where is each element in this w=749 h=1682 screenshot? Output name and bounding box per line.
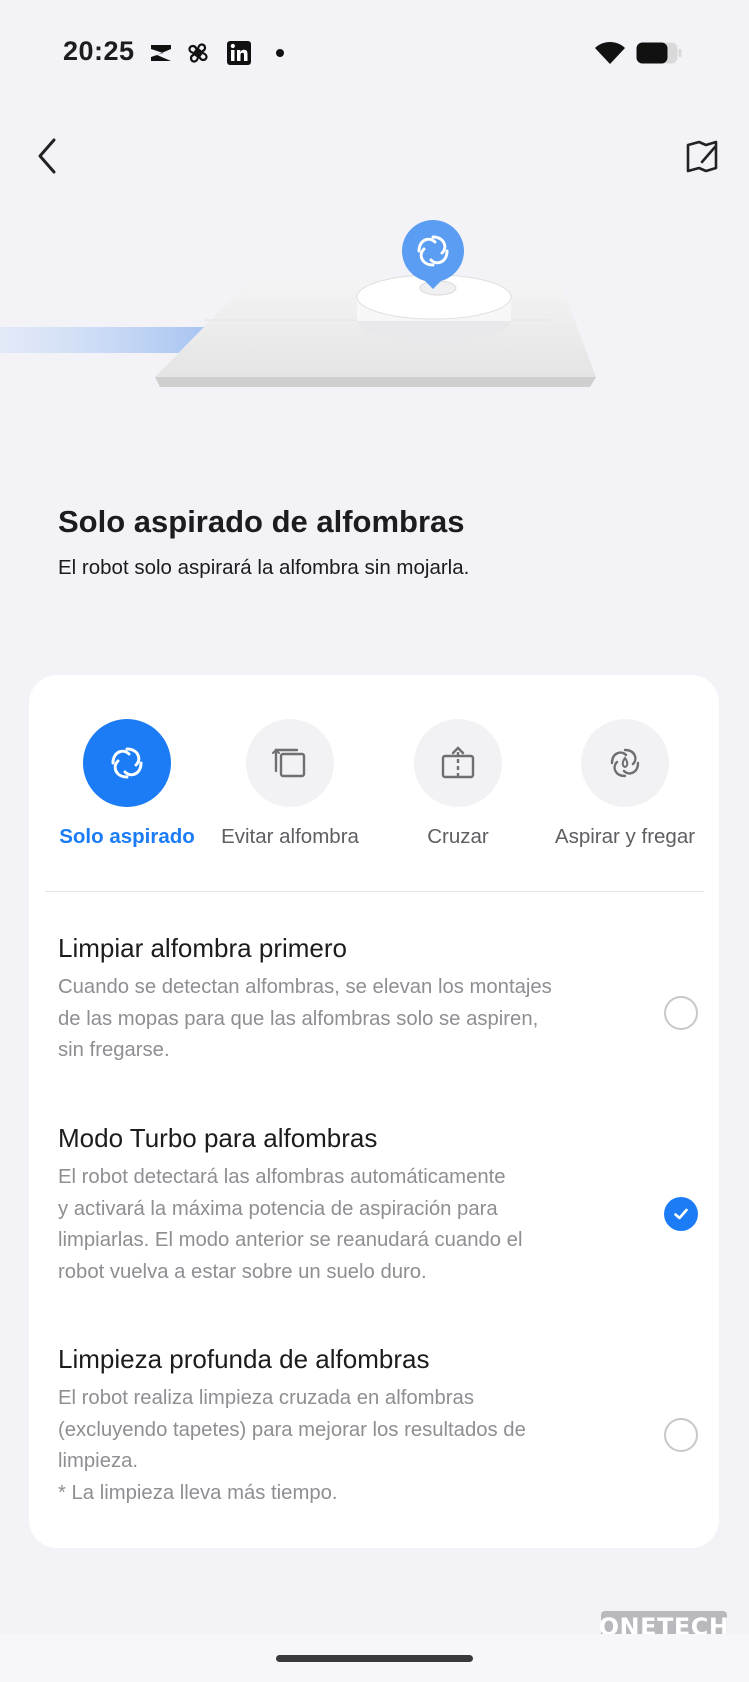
description-line: de las mopas para que las alfombras solo… (58, 1007, 539, 1030)
description-line: sin fregarse. (58, 1039, 170, 1061)
description-line: Cuando se detectan alfombras, se elevan … (58, 976, 552, 998)
checkmark-icon (674, 1208, 688, 1220)
option-description: Cuando se detectan alfombras, se elevan … (58, 972, 578, 1067)
notification-dot (276, 49, 284, 57)
mode-aspirar-y-fregar[interactable]: Aspirar y fregar (539, 719, 711, 849)
mode-icon-circle (246, 719, 334, 807)
description-line: (excluyendo tapetes) para mejorar los re… (58, 1418, 526, 1441)
description-line: robot vuelva a estar sobre un suelo duro… (58, 1260, 427, 1283)
cross-carpet-icon (441, 746, 475, 779)
status-bar: 20:25 (0, 0, 749, 108)
status-time: 20:25 (63, 36, 135, 66)
option-limpieza-profunda[interactable]: Limpieza profunda de alfombras El robot … (58, 1344, 698, 1509)
description-line: limpieza. (58, 1450, 139, 1472)
map-edit-icon (686, 140, 718, 173)
page-subtitle: El robot solo aspirará la alfombra sin m… (58, 556, 470, 579)
map-edit-button[interactable] (682, 130, 722, 187)
wifi-icon (595, 42, 625, 64)
back-button[interactable] (30, 130, 64, 187)
option-radio-checked[interactable] (664, 1197, 698, 1231)
option-modo-turbo[interactable]: Modo Turbo para alfombras El robot detec… (58, 1123, 698, 1288)
mode-evitar-alfombra[interactable]: Evitar alfombra (204, 719, 376, 849)
home-indicator[interactable] (276, 1655, 473, 1662)
mode-icon-circle (581, 719, 669, 807)
page-title: Solo aspirado de alfombras (58, 504, 465, 539)
vacuum-mop-icon (610, 748, 640, 778)
option-description: El robot detectará las alfombras automát… (58, 1162, 578, 1288)
option-title: Limpieza profunda de alfombras (58, 1344, 430, 1374)
divider (45, 891, 704, 892)
mode-solo-aspirado[interactable]: Solo aspirado (41, 719, 213, 849)
fan-app-icon (188, 43, 208, 63)
description-line: * La limpieza lleva más tiempo. (58, 1481, 338, 1504)
option-description: El robot realiza limpieza cruzada en alf… (58, 1383, 578, 1509)
option-limpiar-alfombra-primero[interactable]: Limpiar alfombra primero Cuando se detec… (58, 933, 698, 1067)
avoid-carpet-icon (272, 748, 306, 778)
mode-label: Solo aspirado (59, 825, 195, 848)
battery-icon (636, 42, 682, 64)
description-line: y activará la máxima potencia de aspirac… (58, 1197, 498, 1220)
mode-label: Cruzar (427, 825, 489, 848)
mode-label: Aspirar y fregar (554, 825, 696, 848)
back-arrow-icon (38, 138, 56, 174)
mode-cruzar[interactable]: Cruzar (372, 719, 544, 849)
description-line: El robot realiza limpieza cruzada en alf… (58, 1387, 474, 1409)
option-radio[interactable] (664, 996, 698, 1030)
settings-card: Solo aspirado Evitar alfombra Cruzar Asp… (29, 675, 719, 1548)
option-radio[interactable] (664, 1418, 698, 1452)
capcut-icon (151, 45, 171, 61)
description-line: limpiarlas. El modo anterior se reanudar… (58, 1229, 523, 1251)
robot-carpet-illustration (0, 220, 596, 387)
description-line: El robot detectará las alfombras automát… (58, 1166, 506, 1188)
option-title: Modo Turbo para alfombras (58, 1123, 378, 1153)
mode-icon-circle (83, 719, 171, 807)
option-title: Limpiar alfombra primero (58, 933, 347, 963)
mode-icon-circle (414, 719, 502, 807)
mode-label: Evitar alfombra (221, 825, 359, 848)
vacuum-swirl-icon (111, 747, 143, 779)
linkedin-icon (227, 41, 251, 65)
